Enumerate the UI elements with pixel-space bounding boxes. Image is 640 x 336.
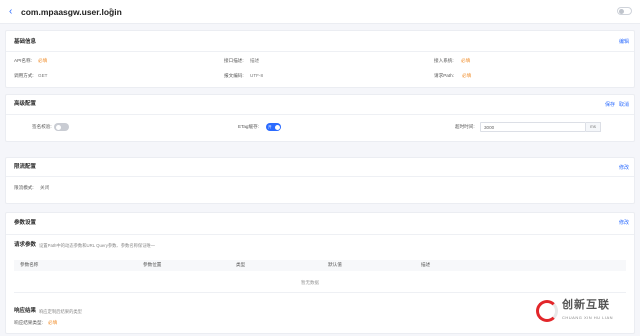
brand-logo-icon [536,300,558,322]
toggle-knob [274,124,280,130]
toggle-on-text: 开 [268,125,272,129]
api-title: com.mpaasgw.user.login [21,7,122,17]
col-description: 描述 [421,262,431,267]
limit-title: 限流配置 [14,164,37,170]
system-label: 接入系统: [434,58,454,63]
api-desc-label: 接口描述: [224,58,244,63]
brand-watermark: 创新互联 CHUANG XIN HU LIAN [536,296,636,330]
col-default: 默认值 [328,262,342,267]
toggle-knob [56,124,61,130]
advanced-title: 高级配置 [14,101,37,107]
advanced-config-card: 高级配置 保存 取消 签名校验: ETag缓存: 开 超时时间: 3000 ms [5,94,635,142]
basic-info-title: 基础信息 [14,39,37,45]
divider [6,114,634,115]
path-value[interactable]: 必填 [462,73,471,79]
advanced-save-link[interactable]: 保存 [605,102,615,108]
timeout-unit: ms [586,122,601,132]
header-toggle[interactable] [617,7,632,15]
limit-mode-value: 关闭 [40,185,50,190]
col-param-name: 参数名称 [20,262,39,267]
back-arrow-icon[interactable]: ‹ [9,7,12,17]
timeout-input[interactable]: 3000 [480,122,586,132]
params-modify-link[interactable]: 修改 [619,220,629,226]
encoding-label: 报文编码: [224,73,244,78]
method-label: 调用方式: [14,73,34,78]
sign-label: 签名校验: [32,124,52,129]
basic-info-card: 基础信息 编辑 API名称: 必填 接口描述: 描述 接入系统: 必填 调用方式… [5,30,635,88]
timeout-label: 超时时间: [455,124,475,129]
params-title: 参数设置 [14,220,37,226]
timeout-value: 3000 [484,125,495,130]
divider [6,234,634,235]
toggle-knob [619,9,624,14]
response-hint: 响应定制后结果的类型 [39,309,82,314]
sign-toggle[interactable] [54,123,69,131]
params-empty-text: 暂无数据 [301,280,319,285]
page-header: ‹ com.mpaasgw.user.login ✎ [0,0,640,24]
divider [6,51,634,52]
response-type-value[interactable]: 必填 [48,320,57,326]
brand-name-cn: 创新互联 [562,299,610,311]
path-label: 请求Path: [434,73,454,78]
api-desc-value[interactable]: 描述 [250,58,259,64]
divider [14,292,626,293]
etag-toggle[interactable]: 开 [266,123,281,131]
etag-label: ETag缓存: [238,124,259,129]
api-name-label: API名称: [14,58,32,63]
method-value[interactable]: GET [38,73,47,79]
request-params-title: 请求参数 [14,242,37,248]
advanced-cancel-link[interactable]: 取消 [619,102,629,108]
basic-edit-link[interactable]: 编辑 [619,39,629,45]
response-title: 响应结果 [14,308,37,314]
request-params-hint: 设置Path中的动态参数和URL Query参数、参数名称保证唯一 [39,243,156,248]
response-type-label: 响应结果类型: [14,320,43,325]
brand-name-en: CHUANG XIN HU LIAN [562,315,614,320]
limit-config-card: 限流配置 修改 限流模式: 关闭 [5,157,635,204]
system-value[interactable]: 必填 [461,58,470,64]
limit-modify-link[interactable]: 修改 [619,165,629,171]
limit-mode-label: 限流模式: [14,185,34,190]
col-param-location: 参数位置 [143,262,162,267]
edit-pencil-icon[interactable]: ✎ [109,7,115,16]
col-type: 类型 [236,262,246,267]
api-name-value[interactable]: 必填 [38,58,47,64]
encoding-value[interactable]: UTF-8 [250,73,263,79]
params-table-header: 参数名称 参数位置 类型 默认值 描述 [14,260,626,271]
divider [6,176,634,177]
